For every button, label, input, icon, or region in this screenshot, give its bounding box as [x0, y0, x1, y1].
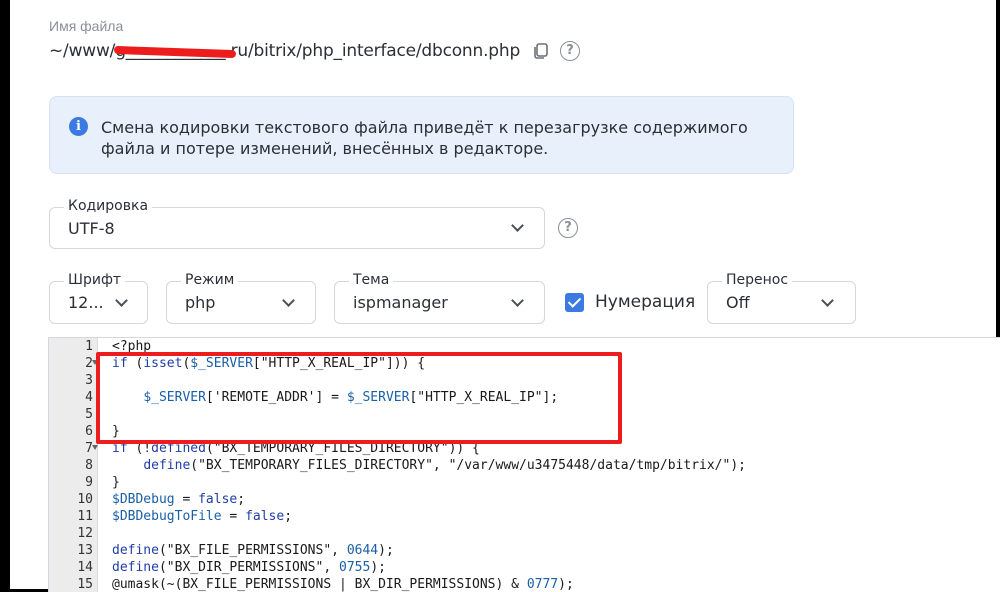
chevron-down-icon [115, 294, 128, 307]
fold-arrow-icon[interactable] [92, 445, 98, 450]
line-number: 3 [85, 373, 93, 388]
font-select[interactable]: Шрифт 12... [49, 272, 148, 324]
wrap-value: Off [726, 293, 750, 312]
font-label: Шрифт [64, 272, 126, 288]
code-line[interactable]: 10 $DBDebug = false; [49, 491, 1000, 508]
code-text: @umask(~(BX_FILE_PERMISSIONS | BX_DIR_PE… [112, 577, 574, 592]
line-number: 6 [85, 424, 93, 439]
line-number: 5 [85, 407, 93, 422]
code-text: define("BX_DIR_PERMISSIONS", 0755); [112, 560, 386, 575]
code-text: define("BX_FILE_PERMISSIONS", 0644); [112, 543, 394, 558]
screen-frame-left [0, 0, 10, 592]
theme-select[interactable]: Тема ispmanager [334, 272, 545, 324]
file-path-suffix: .ru/bitrix/php_interface/dbconn.php [225, 41, 521, 61]
encoding-select[interactable]: Кодировка UTF-8 [49, 198, 545, 249]
theme-value: ispmanager [353, 293, 448, 312]
encoding-value: UTF-8 [68, 219, 115, 238]
line-number: 10 [77, 492, 93, 507]
chevron-down-icon [511, 219, 524, 232]
font-value: 12... [68, 293, 104, 312]
chevron-down-icon [282, 294, 295, 307]
code-line[interactable]: 11 $DBDebugToFile = false; [49, 508, 1000, 525]
line-number: 2 [85, 356, 93, 371]
numbering-checkbox[interactable] [565, 293, 584, 312]
copy-icon[interactable] [532, 42, 550, 60]
line-number: 14 [77, 560, 93, 575]
file-path-prefix: ~/www/ [49, 41, 116, 61]
line-number: 7 [85, 441, 93, 456]
line-number: 1 [85, 339, 93, 354]
wrap-label: Перенос [722, 272, 793, 288]
code-line[interactable]: 13 define("BX_FILE_PERMISSIONS", 0644); [49, 542, 1000, 559]
file-name-label: Имя файла [49, 18, 124, 34]
help-icon[interactable]: ? [560, 41, 580, 61]
code-text: $DBDebugToFile = false; [112, 509, 293, 524]
encoding-label: Кодировка [64, 198, 153, 214]
line-number: 8 [85, 458, 93, 473]
encoding-info-alert: i Смена кодировки текстового файла приве… [49, 96, 794, 174]
highlight-annotation [96, 352, 622, 444]
numbering-label[interactable]: Нумерация [595, 292, 695, 312]
chevron-down-icon [511, 294, 524, 307]
code-line[interactable]: 8 define("BX_TEMPORARY_FILES_DIRECTORY",… [49, 457, 1000, 474]
wrap-select[interactable]: Перенос Off [707, 272, 856, 324]
mode-label: Режим [181, 272, 239, 288]
info-text: Смена кодировки текстового файла приведё… [101, 118, 748, 158]
code-text: $DBDebug = false; [112, 492, 246, 507]
help-icon[interactable]: ? [558, 218, 578, 238]
code-line[interactable]: 14 define("BX_DIR_PERMISSIONS", 0755); [49, 559, 1000, 576]
line-number: 15 [77, 577, 93, 592]
line-number: 12 [77, 526, 93, 541]
mode-value: php [185, 293, 216, 312]
code-text: define("BX_TEMPORARY_FILES_DIRECTORY", "… [143, 458, 746, 473]
chevron-down-icon [821, 294, 834, 307]
line-number: 11 [77, 509, 93, 524]
line-number: 9 [85, 475, 93, 490]
code-line[interactable]: 15 @umask(~(BX_FILE_PERMISSIONS | BX_DIR_… [49, 576, 1000, 592]
code-line[interactable]: 9} [49, 474, 1000, 491]
mode-select[interactable]: Режим php [166, 272, 316, 324]
code-line[interactable]: 12 [49, 525, 1000, 542]
info-icon: i [69, 117, 88, 136]
line-number: 13 [77, 543, 93, 558]
code-text: } [112, 475, 120, 490]
theme-label: Тема [349, 272, 394, 288]
line-number: 4 [85, 390, 93, 405]
